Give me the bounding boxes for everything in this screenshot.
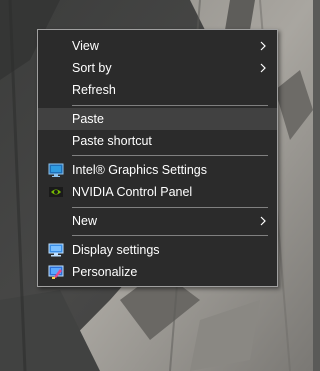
menu-item-paste-shortcut[interactable]: Paste shortcut [38,130,277,152]
menu-separator [72,105,268,106]
menu-item-label: Refresh [72,83,116,97]
menu-item-label: Personalize [72,265,138,279]
personalize-icon [48,265,64,279]
intel-graphics-icon [48,163,64,177]
menu-item-personalize[interactable]: Personalize [38,261,277,283]
chevron-right-icon [260,63,266,73]
menu-item-label: Paste [72,112,104,126]
menu-item-label: NVIDIA Control Panel [72,185,193,199]
menu-item-label: Sort by [72,61,112,75]
chevron-right-icon [260,41,266,51]
menu-item-label: Display settings [72,243,160,257]
menu-item-display-settings[interactable]: Display settings [38,239,277,261]
menu-item-sort-by[interactable]: Sort by [38,57,277,79]
display-settings-icon [48,243,64,257]
menu-item-refresh[interactable]: Refresh [38,79,277,101]
chevron-right-icon [260,216,266,226]
menu-separator [72,235,268,236]
menu-separator [72,207,268,208]
menu-item-view[interactable]: View [38,35,277,57]
menu-item-nvidia-control-panel[interactable]: NVIDIA Control Panel [38,181,277,203]
menu-item-label: View [72,39,99,53]
nvidia-icon [49,187,63,197]
menu-item-label: Paste shortcut [72,134,152,148]
menu-item-paste[interactable]: Paste [38,108,277,130]
menu-item-intel-graphics-settings[interactable]: Intel® Graphics Settings [38,159,277,181]
menu-item-label: Intel® Graphics Settings [72,163,207,177]
menu-item-new[interactable]: New [38,210,277,232]
menu-separator [72,155,268,156]
menu-item-label: New [72,214,98,228]
desktop-context-menu: View Sort by Refresh Paste Paste shortcu… [37,29,278,287]
